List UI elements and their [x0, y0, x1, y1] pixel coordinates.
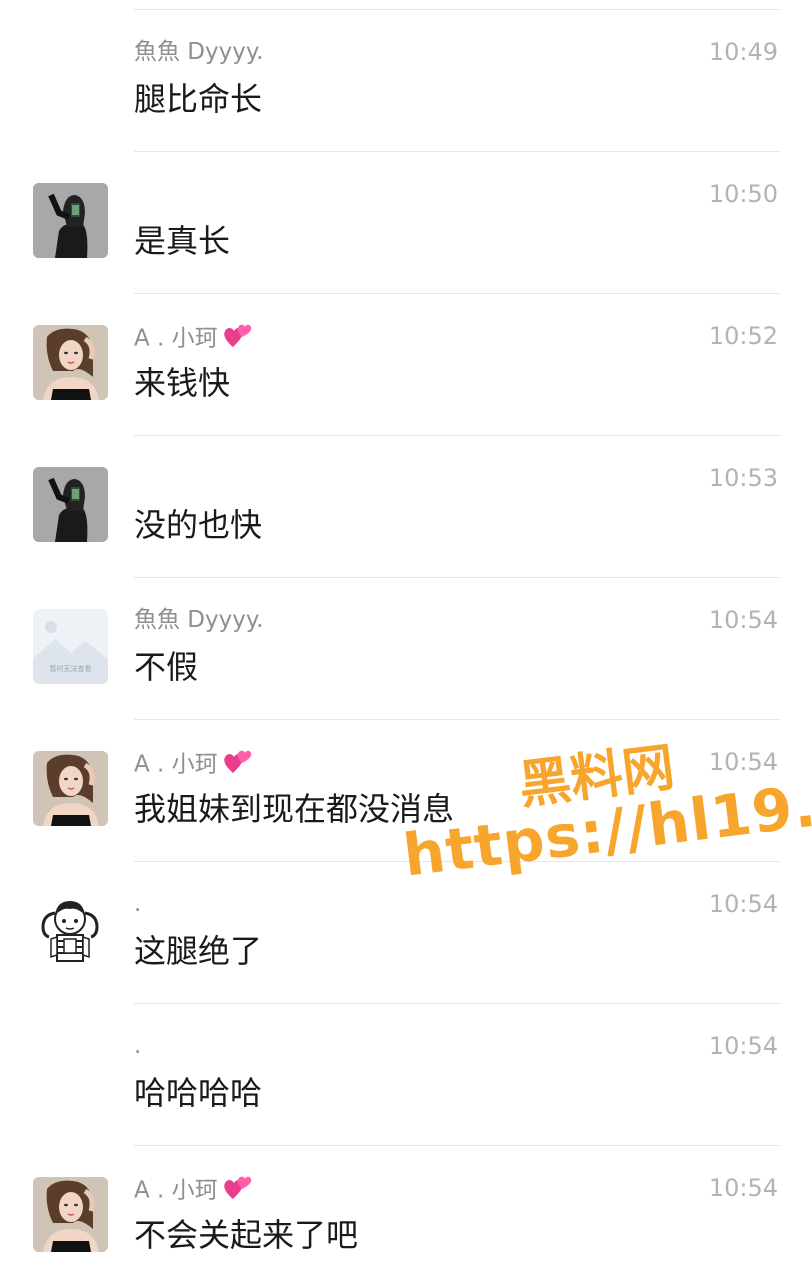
- sender-name-text: 魚魚 Dyyyy.: [134, 607, 264, 633]
- message-timestamp: 10:53: [708, 464, 778, 492]
- chat-message[interactable]: 魚魚 Dyyyy. 10:49 腿比命长: [0, 9, 812, 151]
- chat-message[interactable]: . 10:54 哈哈哈哈: [0, 1003, 812, 1145]
- avatar[interactable]: 暂时无法查看: [33, 609, 108, 684]
- message-timestamp: 10:50: [708, 180, 778, 208]
- avatar[interactable]: [33, 893, 108, 968]
- sender-name: A . 小珂: [134, 747, 252, 783]
- message-text: 腿比命长: [134, 80, 263, 118]
- sender-name-text: A . 小珂: [134, 751, 218, 778]
- avatar[interactable]: [33, 325, 108, 400]
- sender-name-text: .: [134, 1033, 142, 1059]
- chat-message[interactable]: A . 小珂 10:54 不会关起来了吧: [0, 1145, 812, 1280]
- message-text: 我姐妹到现在都没消息: [134, 790, 455, 828]
- message-timestamp: 10:54: [708, 606, 778, 634]
- sender-name: A . 小珂: [134, 1173, 252, 1209]
- sender-name: .: [134, 1031, 141, 1061]
- sender-name-text: 魚魚 Dyyyy.: [134, 39, 264, 65]
- message-timestamp: 10:54: [708, 1032, 778, 1060]
- chat-message[interactable]: A . 小珂 10:54 我姐妹到现在都没消息: [0, 719, 812, 861]
- message-text: 不会关起来了吧: [134, 1216, 359, 1254]
- message-text: 是真长: [134, 222, 231, 260]
- svg-text:暂时无法查看: 暂时无法查看: [50, 664, 92, 673]
- message-timestamp: 10:54: [708, 748, 778, 776]
- chat-message[interactable]: . 10:54 这腿绝了: [0, 861, 812, 1003]
- sender-name: .: [134, 889, 141, 919]
- message-text: 哈哈哈哈: [134, 1074, 263, 1112]
- two-hearts-icon: [222, 1173, 252, 1209]
- message-text: 来钱快: [134, 364, 231, 402]
- message-timestamp: 10:54: [708, 890, 778, 918]
- sender-name: A . 小珂: [134, 321, 252, 357]
- message-text: 不假: [134, 648, 199, 686]
- chat-message[interactable]: 10:53 没的也快: [0, 435, 812, 577]
- sender-name: 魚魚 Dyyyy.: [134, 37, 264, 67]
- avatar[interactable]: [33, 751, 108, 826]
- sender-name: 魚魚 Dyyyy.: [134, 605, 264, 635]
- avatar[interactable]: [33, 183, 108, 258]
- sender-name-text: A . 小珂: [134, 325, 218, 352]
- message-timestamp: 10:49: [708, 38, 778, 66]
- message-text: 这腿绝了: [134, 932, 263, 970]
- chat-message[interactable]: A . 小珂 10:52 来钱快: [0, 293, 812, 435]
- chat-message-list: 魚魚 Dyyyy. 10:49 腿比命长 10:50 是真长 A . 小珂 10:52 来钱快…: [0, 0, 812, 1280]
- chat-message[interactable]: 暂时无法查看 魚魚 Dyyyy. 10:54 不假: [0, 577, 812, 719]
- sender-name-text: A . 小珂: [134, 1177, 218, 1204]
- message-timestamp: 10:52: [708, 322, 778, 350]
- avatar[interactable]: [33, 1177, 108, 1252]
- message-text: 没的也快: [134, 506, 263, 544]
- two-hearts-icon: [222, 321, 252, 357]
- sender-name-text: .: [134, 891, 142, 917]
- two-hearts-icon: [222, 747, 252, 783]
- chat-message[interactable]: 10:50 是真长: [0, 151, 812, 293]
- message-timestamp: 10:54: [708, 1174, 778, 1202]
- avatar[interactable]: [33, 467, 108, 542]
